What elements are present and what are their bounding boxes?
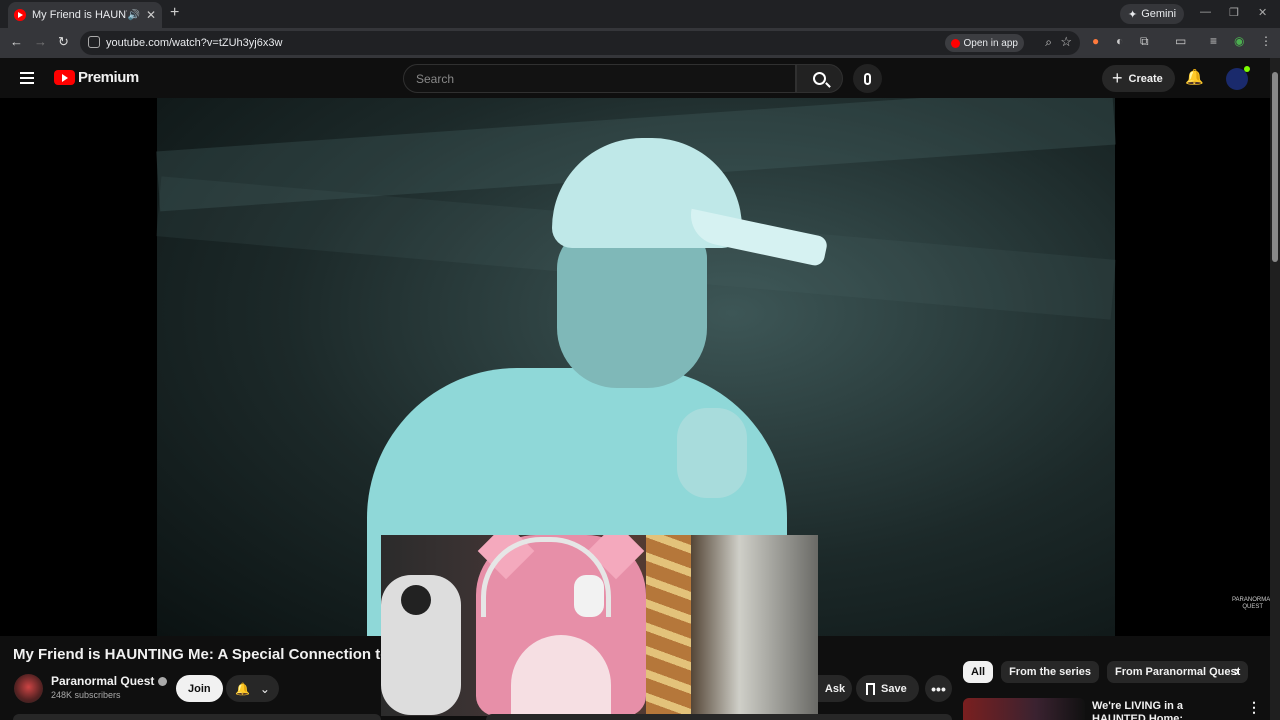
extension-2-icon[interactable]: ◐ (1116, 34, 1123, 48)
speaker-icon[interactable]: 🔊 (127, 10, 139, 21)
microphone-icon (864, 72, 871, 85)
voice-search-button[interactable] (853, 64, 882, 93)
giraffe-plush (646, 535, 691, 716)
browser-menu-icon[interactable]: ⋮ (1260, 34, 1272, 48)
search-button[interactable] (796, 64, 843, 93)
video-title: My Friend is HAUNTING Me: A Special Conn… (13, 646, 381, 663)
browser-tab-strip: My Friend is HAUNTING Me 🔊 ✕ + ✦ Gemini … (0, 0, 1280, 28)
new-tab-button[interactable]: + (170, 4, 179, 22)
create-button[interactable]: + Create (1102, 65, 1175, 92)
profile-icon[interactable]: ◉ (1234, 34, 1244, 48)
logo-text: Premium (78, 69, 139, 86)
notifications-bell-icon[interactable]: 🔔 (1185, 68, 1204, 86)
bell-icon: 🔔 (234, 681, 250, 696)
recommendation-chips: All From the series From Paranormal Ques… (963, 661, 1249, 683)
browser-tab[interactable]: My Friend is HAUNTING Me 🔊 ✕ (8, 2, 162, 28)
restore-icon[interactable]: ❐ (1229, 6, 1239, 19)
bookmark-icon (866, 682, 875, 695)
subscribed-notifications-button[interactable]: 🔔 ⌄ (226, 675, 279, 702)
plush-belly (511, 635, 611, 716)
chevron-right-icon[interactable]: › (1234, 663, 1239, 681)
more-actions-button[interactable]: ••• (925, 675, 952, 702)
page-scrollbar[interactable] (1270, 58, 1280, 720)
chip-all[interactable]: All (963, 661, 994, 683)
open-in-app-label: Open in app (963, 37, 1019, 49)
reload-icon[interactable]: ↻ (58, 34, 69, 50)
browser-toolbar: ← → ↻ youtube.com/watch?v=tZUh3yj6x3w Op… (0, 28, 1280, 58)
address-bar[interactable]: youtube.com/watch?v=tZUh3yj6x3w Open in … (80, 31, 1080, 55)
webcam-overlay (381, 535, 818, 716)
zoom-icon[interactable]: ⌕ (1045, 35, 1052, 50)
join-button[interactable]: Join (176, 675, 223, 702)
search-input[interactable]: Search (403, 64, 796, 93)
channel-name-row[interactable]: Paranormal Quest (51, 674, 168, 688)
recommendation-title[interactable]: We're LIVING in a HAUNTED Home: Paranorm… (1092, 700, 1222, 720)
minimize-icon[interactable]: — (1200, 6, 1211, 18)
hand-shape (677, 408, 747, 498)
tab-title: My Friend is HAUNTING Me (32, 9, 127, 21)
open-in-app-button[interactable]: Open in app (944, 34, 1024, 52)
url-text: youtube.com/watch?v=tZUh3yj6x3w (106, 37, 283, 49)
youtube-header: Premium Search + Create 🔔 (0, 58, 1270, 98)
extensions-puzzle-icon[interactable]: ⧉ (1140, 34, 1149, 49)
back-icon[interactable]: ← (10, 34, 23, 49)
ask-button[interactable]: Ask (818, 675, 852, 702)
recommendation-thumbnail[interactable] (963, 698, 1085, 720)
channel-name[interactable]: Paranormal Quest (51, 674, 154, 688)
sparkle-icon: ✦ (1128, 8, 1138, 21)
youtube-logo-icon (54, 70, 75, 85)
gemini-label: Gemini (1141, 8, 1177, 20)
description-box-edge (13, 714, 381, 720)
close-window-icon[interactable]: ✕ (1258, 6, 1267, 19)
description-box-edge (486, 714, 952, 720)
plus-icon: + (1112, 68, 1123, 88)
channel-watermark: PARANORMAL QUEST (1232, 597, 1270, 610)
chevron-down-icon: ⌄ (259, 681, 270, 696)
channel-avatar[interactable] (14, 674, 43, 703)
subscriber-count: 248K subscribers (51, 690, 121, 700)
youtube-premium-logo[interactable]: Premium (54, 69, 139, 86)
create-label: Create (1128, 72, 1163, 85)
youtube-favicon-icon (14, 9, 26, 21)
hamburger-menu-icon[interactable] (20, 72, 34, 84)
account-avatar[interactable] (1226, 66, 1250, 90)
verified-icon (158, 676, 168, 686)
chip-from-series[interactable]: From the series (1001, 661, 1099, 683)
bookmark-star-icon[interactable]: ☆ (1060, 34, 1072, 50)
forward-icon[interactable]: → (34, 34, 47, 49)
site-info-icon[interactable] (88, 36, 100, 48)
extension-icon[interactable]: ● (1092, 34, 1099, 48)
search-icon (813, 72, 826, 85)
youtube-small-icon (950, 38, 960, 48)
save-button[interactable]: Save (856, 675, 919, 702)
head-shape (557, 228, 707, 388)
panda-plush (381, 575, 461, 715)
reading-list-icon[interactable]: ≡ (1210, 34, 1217, 48)
cast-icon[interactable]: ▭ (1175, 34, 1186, 48)
gemini-button[interactable]: ✦ Gemini (1120, 4, 1185, 24)
save-label: Save (881, 682, 907, 695)
recommendation-more-icon[interactable]: ⋮ (1247, 699, 1261, 716)
chip-from-channel[interactable]: From Paranormal Quest (1106, 661, 1249, 683)
scrollbar-thumb[interactable] (1272, 72, 1278, 262)
close-tab-icon[interactable]: ✕ (146, 8, 156, 22)
headphone-cup (574, 575, 604, 617)
